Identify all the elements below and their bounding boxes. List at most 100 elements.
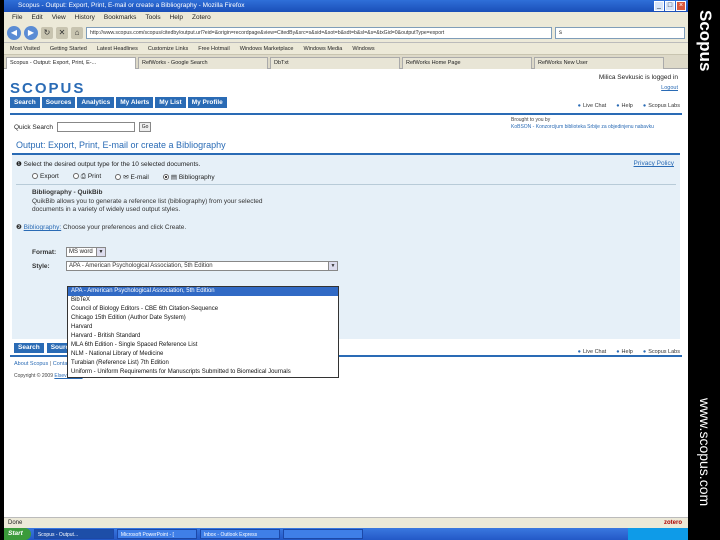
- taskbar-item[interactable]: Inbox - Outlook Express: [199, 529, 280, 539]
- taskbar-item[interactable]: Microsoft PowerPoint - [: [116, 529, 197, 539]
- style-option[interactable]: BibTeX: [68, 296, 338, 305]
- user-info: Milica Sevkusic is logged in Logout: [599, 74, 678, 91]
- quikbib-description: QuikBib allows you to generate a referen…: [32, 198, 263, 213]
- menu-tools[interactable]: Tools: [145, 12, 160, 23]
- radio-icon: [115, 174, 122, 180]
- style-option[interactable]: Council of Biology Editors - CBE 6th Cit…: [68, 305, 338, 314]
- menu-bar: File Edit View History Bookmarks Tools H…: [4, 12, 688, 23]
- header-divider: [10, 113, 682, 115]
- back-icon[interactable]: ◀: [7, 25, 21, 40]
- style-option[interactable]: Turabian (Reference List) 7th Edition: [68, 359, 338, 368]
- nav-search[interactable]: Search: [10, 97, 40, 108]
- output-print-option[interactable]: ⎙ Print: [72, 173, 101, 181]
- chevron-down-icon[interactable]: ▼: [96, 248, 105, 256]
- menu-bookmarks[interactable]: Bookmarks: [104, 12, 137, 23]
- help-link[interactable]: Help: [616, 103, 633, 109]
- bookmark-item[interactable]: Windows Marketplace: [240, 43, 294, 54]
- presentation-frame: Scopus - Output: Export, Print, E-mail o…: [0, 0, 720, 540]
- menu-edit[interactable]: Edit: [31, 12, 42, 23]
- style-option[interactable]: Chicago 15th Edition (Author Date System…: [68, 314, 338, 323]
- minimize-icon[interactable]: _: [654, 1, 664, 11]
- output-export-option[interactable]: Export: [32, 173, 59, 181]
- side-brand-label: Scopus: [696, 10, 715, 72]
- taskbar-item[interactable]: Scopus - Output...: [33, 529, 114, 539]
- panel-divider: [16, 184, 676, 185]
- status-text: Done: [8, 520, 23, 526]
- close-icon[interactable]: ×: [676, 1, 686, 11]
- search-button[interactable]: Search: [14, 343, 44, 353]
- output-type-options: Export ⎙ Print ✉ E-mail ▤ Bibliography: [32, 173, 215, 181]
- scopus-logo[interactable]: SCOPUS: [10, 80, 85, 97]
- forward-icon[interactable]: ▶: [24, 25, 38, 40]
- style-option[interactable]: Harvard - British Standard: [68, 332, 338, 341]
- bookmark-item[interactable]: Free Hotmail: [198, 43, 229, 54]
- privacy-policy-link[interactable]: Privacy Policy: [634, 160, 674, 167]
- quick-search-input[interactable]: [57, 122, 136, 132]
- zotero-status[interactable]: zotero: [664, 518, 682, 528]
- quick-search-go-button[interactable]: Go: [139, 122, 152, 132]
- style-option[interactable]: APA - American Psychological Association…: [68, 287, 338, 296]
- window-title: Scopus - Output: Export, Print, E-mail o…: [18, 2, 245, 9]
- menu-view[interactable]: View: [52, 12, 66, 23]
- scopus-labs-link[interactable]: Scopus Labs: [643, 103, 680, 109]
- tab-refworks-home[interactable]: RefWorks Home Page: [402, 57, 532, 69]
- side-url-label: www.scopus.com: [697, 398, 713, 507]
- bookmark-item[interactable]: Windows: [352, 43, 374, 54]
- footer-links: About Scopus | Contact: [14, 361, 72, 367]
- nav-my-profile[interactable]: My Profile: [187, 97, 227, 108]
- live-chat-link[interactable]: Live Chat: [578, 103, 606, 109]
- step-2-instruction: ❷ Bibliography: Choose your preferences …: [16, 224, 187, 231]
- style-option[interactable]: MLA 6th Edition - Single Spaced Referenc…: [68, 341, 338, 350]
- window-titlebar: Scopus - Output: Export, Print, E-mail o…: [4, 0, 688, 12]
- chevron-down-icon[interactable]: ▼: [328, 262, 337, 270]
- bookmark-item[interactable]: Latest Headlines: [97, 43, 138, 54]
- output-email-option[interactable]: ✉ E-mail: [115, 173, 149, 181]
- maximize-icon[interactable]: □: [665, 1, 675, 11]
- brought-by-label: Brought to you by: [511, 117, 551, 123]
- tab-bar: Scopus - Output: Export, Print, E-... Re…: [4, 55, 688, 69]
- main-nav: Search Sources Analytics My Alerts My Li…: [10, 97, 227, 108]
- home-icon[interactable]: ⌂: [71, 26, 83, 39]
- nav-my-alerts[interactable]: My Alerts: [116, 97, 154, 108]
- radio-icon: [72, 173, 79, 179]
- bookmark-item[interactable]: Getting Started: [50, 43, 87, 54]
- screenshot: Scopus - Output: Export, Print, E-mail o…: [4, 0, 688, 540]
- format-select[interactable]: MS word ▼: [66, 247, 106, 257]
- bookmark-item[interactable]: Windows Media: [303, 43, 342, 54]
- bookmark-item[interactable]: Customize Links: [148, 43, 188, 54]
- style-select[interactable]: APA - American Psychological Association…: [66, 261, 338, 271]
- system-tray: [628, 528, 688, 540]
- nav-analytics[interactable]: Analytics: [77, 97, 115, 108]
- menu-history[interactable]: History: [75, 12, 95, 23]
- tab-scopus[interactable]: Scopus - Output: Export, Print, E-...: [6, 57, 136, 69]
- nav-my-list[interactable]: My List: [155, 97, 186, 108]
- output-bibliography-option[interactable]: ▤ Bibliography: [162, 173, 215, 181]
- tab-refworks-google[interactable]: RefWorks - Google Search: [138, 57, 268, 69]
- window-controls: _ □ ×: [654, 1, 686, 11]
- status-bar: Done zotero: [4, 517, 688, 528]
- stop-icon[interactable]: ✕: [56, 26, 68, 39]
- url-bar[interactable]: http://www.scopus.com/scopus/citedby/out…: [86, 26, 552, 39]
- style-option[interactable]: Uniform - Uniform Requirements for Manus…: [68, 368, 338, 377]
- reload-icon[interactable]: ↻: [41, 26, 53, 39]
- bookmarks-toolbar: Most Visited Getting Started Latest Head…: [4, 43, 688, 55]
- navigation-toolbar: ◀ ▶ ↻ ✕ ⌂ http://www.scopus.com/scopus/c…: [4, 23, 688, 43]
- menu-help[interactable]: Help: [170, 12, 183, 23]
- start-button[interactable]: Start: [4, 528, 31, 540]
- style-option[interactable]: Harvard: [68, 323, 338, 332]
- menu-zotero[interactable]: Zotero: [192, 12, 211, 23]
- menu-file[interactable]: File: [12, 12, 22, 23]
- browser-search-input[interactable]: s: [555, 26, 685, 39]
- logout-link[interactable]: Logout: [599, 85, 678, 91]
- style-option[interactable]: NLM - National Library of Medicine: [68, 350, 338, 359]
- quick-search: Quick Search Go: [14, 122, 152, 132]
- taskbar-item[interactable]: [282, 529, 363, 539]
- bibliography-link[interactable]: Bibliography:: [24, 224, 62, 231]
- tab-refworks-new-user[interactable]: RefWorks New User: [534, 57, 664, 69]
- bookmark-item[interactable]: Most Visited: [10, 43, 40, 54]
- about-scopus-link[interactable]: About Scopus: [14, 361, 48, 367]
- institution-link[interactable]: KoBSON - Konzorcijum biblioteka Srbije z…: [511, 124, 654, 130]
- tab-dbtxt[interactable]: DbTxt: [270, 57, 400, 69]
- nav-sources[interactable]: Sources: [41, 97, 76, 108]
- radio-icon: [32, 173, 38, 179]
